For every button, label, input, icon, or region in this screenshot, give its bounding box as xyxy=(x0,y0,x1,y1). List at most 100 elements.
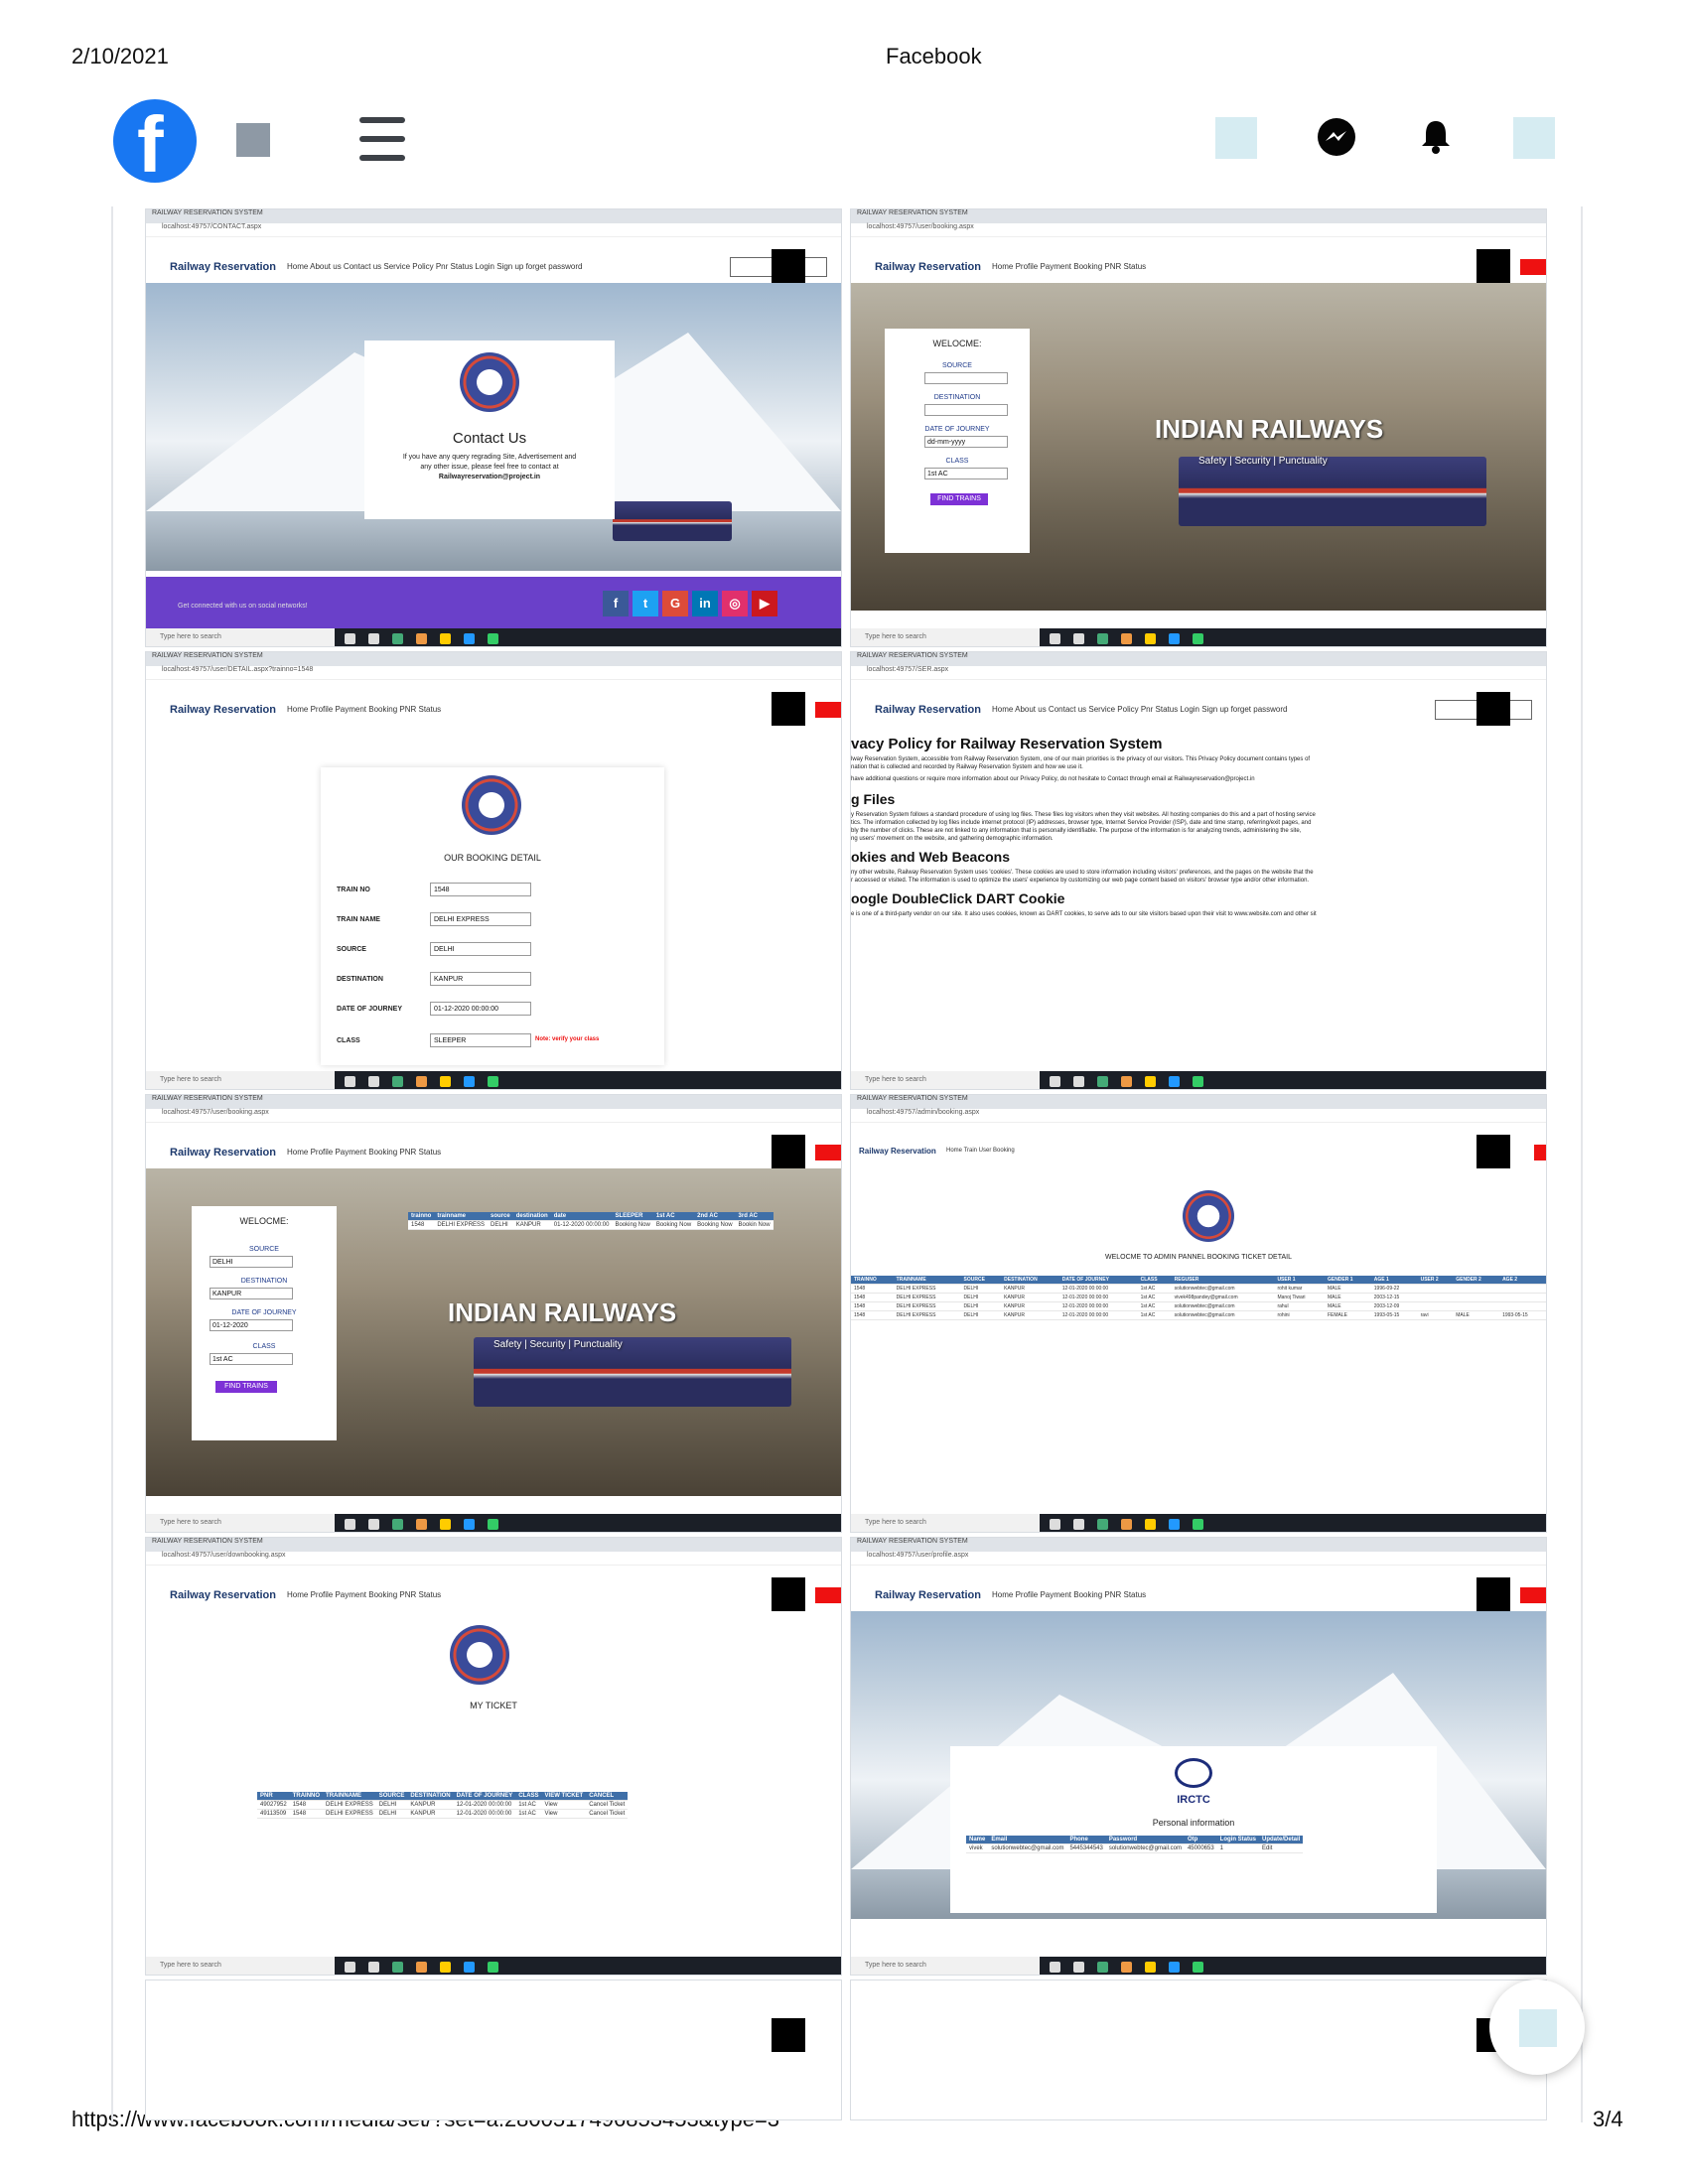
nav-links: Home About us Contact us Service Policy … xyxy=(992,705,1288,714)
admin-heading: WELOCME TO ADMIN PANNEL BOOKING TICKET D… xyxy=(1104,1254,1292,1261)
table-header-cell: DESTINATION xyxy=(1001,1276,1059,1285)
log-files-heading: g Files xyxy=(851,791,896,807)
table-row: 1548 DELHI EXPRESS DELHI KANPUR 12-01-2020 0… xyxy=(851,1284,1546,1294)
photo-blank-1[interactable] xyxy=(145,1979,842,2120)
doubleclick-heading: oogle DoubleClick DART Cookie xyxy=(851,890,1065,906)
address-bar: localhost:49757/user/booking.aspx xyxy=(851,223,1546,237)
bookmarks-bar xyxy=(851,1123,1546,1135)
table-cell: Cancel Ticket xyxy=(586,1800,629,1810)
bookmarks-bar xyxy=(146,1566,841,1577)
photo-profile-page[interactable]: RAILWAY RESERVATION SYSTEM localhost:497… xyxy=(850,1537,1547,1976)
photo-contact-page[interactable]: RAILWAY RESERVATION SYSTEM localhost:497… xyxy=(145,208,842,647)
date-input: 01-12-2020 xyxy=(210,1319,293,1331)
railway-emblem-icon xyxy=(450,1625,509,1685)
photo-search-results-page[interactable]: RAILWAY RESERVATION SYSTEM localhost:497… xyxy=(145,1094,842,1533)
train-name-field: DELHI EXPRESS xyxy=(430,912,531,926)
address-bar: localhost:49757/SER.aspx xyxy=(851,666,1546,680)
browser-tab: RAILWAY RESERVATION SYSTEM xyxy=(146,652,841,666)
photo-booking-page[interactable]: RAILWAY RESERVATION SYSTEM localhost:497… xyxy=(850,208,1547,647)
irctc-logo-text: IRCTC xyxy=(1177,1794,1210,1806)
table-header-cell: Name xyxy=(966,1836,989,1844)
photo-admin-panel-page[interactable]: RAILWAY RESERVATION SYSTEM localhost:497… xyxy=(850,1094,1547,1533)
table-cell: DELHI xyxy=(960,1284,1002,1294)
table-header-cell: DATE OF JOURNEY xyxy=(453,1792,516,1801)
site-brand: Railway Reservation xyxy=(875,261,981,273)
detail-heading: OUR BOOKING DETAIL xyxy=(444,853,541,863)
table-cell: DELHI xyxy=(960,1301,1002,1311)
nav-links: Home About us Contact us Service Policy … xyxy=(287,262,583,271)
table-cell: 1st AC xyxy=(515,1800,542,1810)
account-placeholder-icon[interactable] xyxy=(1513,117,1555,159)
bell-icon[interactable] xyxy=(1414,115,1458,159)
placeholder-icon[interactable] xyxy=(236,123,270,157)
table-cell xyxy=(1499,1301,1546,1311)
youtube-social-icon: ▶ xyxy=(752,591,777,616)
table-cell: 1548 xyxy=(289,1809,324,1819)
table-cell: solutionwebtec@gmail.com xyxy=(988,1843,1067,1853)
hero-title: INDIAN RAILWAYS xyxy=(1155,414,1384,444)
table-cell: View xyxy=(541,1800,587,1810)
table-header-cell: 3rd AC xyxy=(735,1212,774,1221)
hero-subtitle: Safety | Security | Punctuality xyxy=(493,1339,623,1350)
instagram-social-icon: ◎ xyxy=(722,591,748,616)
table-cell: 1548 xyxy=(851,1293,894,1302)
table-header-cell: trainno xyxy=(408,1212,435,1221)
table-cell: KANPUR xyxy=(407,1800,454,1810)
menu-icon[interactable] xyxy=(359,117,405,161)
image-placeholder-icon[interactable] xyxy=(1215,117,1257,159)
cookies-heading: okies and Web Beacons xyxy=(851,849,1011,865)
windows-taskbar: Type here to search xyxy=(851,1514,1546,1532)
new-message-button[interactable] xyxy=(1489,1979,1585,2075)
table-cell: 49113509 xyxy=(257,1809,290,1819)
table-header-cell: AGE 1 xyxy=(1370,1276,1418,1285)
bookmarks-bar xyxy=(146,680,841,692)
table-row: 1548 DELHI EXPRESS DELHI KANPUR 12-01-2020 0… xyxy=(851,1301,1546,1311)
logout-button xyxy=(815,1587,841,1603)
linkedin-social-icon: in xyxy=(692,591,718,616)
site-navbar: Railway Reservation Home About us Contac… xyxy=(851,692,1546,726)
messenger-icon[interactable] xyxy=(1315,115,1358,159)
bookmarks-bar xyxy=(851,1566,1546,1577)
facebook-logo-icon[interactable]: f xyxy=(113,99,197,185)
table-cell: KANPUR xyxy=(1001,1301,1059,1311)
browser-tab: RAILWAY RESERVATION SYSTEM xyxy=(851,209,1546,223)
redaction-box xyxy=(772,249,805,283)
site-navbar: Railway Reservation Home Profile Payment… xyxy=(851,249,1546,283)
table-cell: rohini xyxy=(1274,1310,1325,1320)
table-cell: solutionwebtec@gmail.com xyxy=(1105,1843,1185,1853)
photo-my-ticket-page[interactable]: RAILWAY RESERVATION SYSTEM localhost:497… xyxy=(145,1537,842,1976)
table-cell xyxy=(1453,1301,1500,1311)
table-cell: 12-01-2020 00:00:00 xyxy=(1058,1301,1138,1311)
photo-booking-detail-page[interactable]: RAILWAY RESERVATION SYSTEM localhost:497… xyxy=(145,651,842,1090)
table-cell: 12-01-2020 00:00:00 xyxy=(453,1800,516,1810)
my-ticket-table: PNR TRAINNO TRAINNAME SOURCE DESTINATION DATE… xyxy=(257,1792,629,1819)
table-cell: 1548 xyxy=(408,1220,435,1230)
class-select: 1st AC xyxy=(210,1353,293,1365)
table-cell: DELHI xyxy=(488,1220,513,1230)
table-cell: 1548 xyxy=(851,1301,894,1311)
table-cell: DELHI xyxy=(375,1809,408,1819)
nav-links: Home Profile Payment Booking PNR Status xyxy=(992,1590,1147,1599)
photo-blank-2[interactable] xyxy=(850,1979,1547,2120)
photo-privacy-page[interactable]: RAILWAY RESERVATION SYSTEM localhost:497… xyxy=(850,651,1547,1090)
table-cell: MALE xyxy=(1324,1293,1371,1302)
table-header-cell: REGUSER xyxy=(1171,1276,1275,1285)
site-brand: Railway Reservation xyxy=(859,1147,936,1156)
table-cell: 2003-12-09 xyxy=(1370,1301,1418,1311)
table-cell: KANPUR xyxy=(512,1220,551,1230)
table-cell: 1st AC xyxy=(1137,1310,1172,1320)
my-ticket-heading: MY TICKET xyxy=(470,1701,517,1710)
table-cell: DELHI xyxy=(960,1310,1002,1320)
table-cell: MALE xyxy=(1453,1310,1500,1320)
site-navbar: Railway Reservation Home Profile Payment… xyxy=(146,1577,841,1611)
table-header-cell: GENDER 1 xyxy=(1324,1276,1371,1285)
contact-text-2: any other issue, please feel free to con… xyxy=(420,464,559,471)
date-input: dd-mm-yyyy xyxy=(924,436,1008,448)
redaction-box xyxy=(772,692,805,726)
table-cell: Manoj Tiwari xyxy=(1274,1293,1325,1302)
table-header-cell: destination xyxy=(512,1212,551,1221)
browser-tab: RAILWAY RESERVATION SYSTEM xyxy=(146,209,841,223)
table-cell: rohit kumar xyxy=(1274,1284,1325,1294)
railway-emblem-icon xyxy=(462,775,521,835)
table-cell: 45000653 xyxy=(1184,1843,1217,1853)
